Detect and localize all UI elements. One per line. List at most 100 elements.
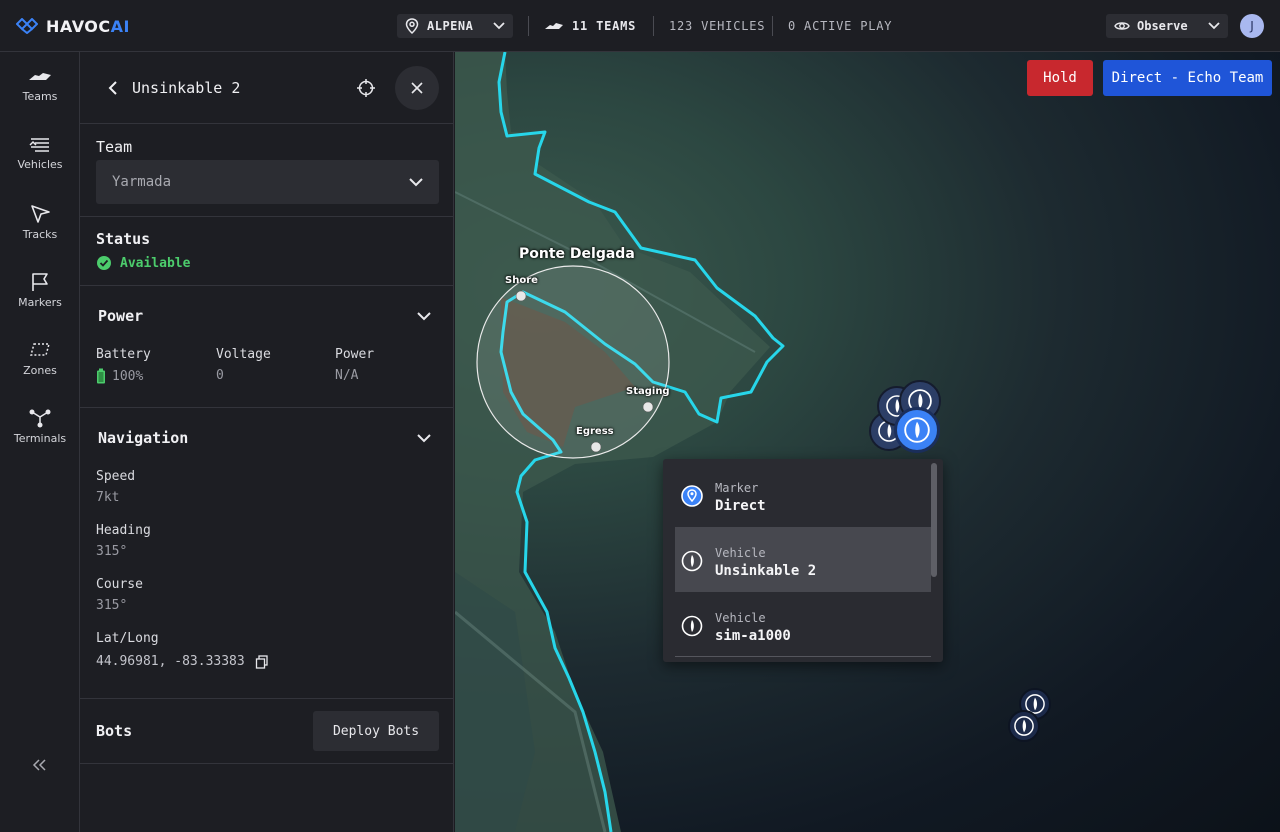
heading-value: 315°	[96, 544, 128, 559]
vehicle-detail-panel: Unsinkable 2 Team Yarmada Status Availab…	[80, 52, 454, 832]
chevron-down-icon	[417, 312, 431, 321]
power-value: N/A	[335, 368, 359, 383]
popup-item-marker[interactable]: Marker Direct	[675, 462, 931, 527]
popup-scrollbar[interactable]	[931, 463, 937, 577]
latlong-label: Lat/Long	[96, 631, 159, 646]
team-select-value: Yarmada	[112, 174, 172, 190]
location-selector[interactable]: ALPENA	[397, 14, 513, 38]
speed-value: 7kt	[96, 490, 120, 505]
rail-item-label: Terminals	[13, 432, 67, 445]
rail-item-label: Teams	[22, 90, 58, 103]
popup-item-vehicle[interactable]: Vehicle Unsinkable 2	[675, 527, 931, 592]
avatar-initial: J	[1250, 19, 1254, 33]
nav-rail: Teams Vehicles Tracks Markers Zones Term…	[0, 52, 80, 832]
divider	[528, 16, 529, 36]
status-heading: Status	[96, 230, 151, 248]
teams-count[interactable]: 11 TEAMS	[544, 18, 636, 34]
back-button[interactable]	[108, 78, 124, 98]
rail-item-label: Tracks	[22, 228, 58, 241]
voltage-value: 0	[216, 368, 224, 383]
battery-icon	[97, 368, 105, 384]
eye-icon	[1114, 22, 1130, 30]
rail-item-zones[interactable]: Zones	[0, 340, 80, 400]
copy-icon[interactable]	[255, 654, 269, 669]
popup-item-type: Vehicle	[715, 546, 766, 560]
chevron-left-icon	[108, 81, 117, 95]
chevron-down-icon	[409, 177, 423, 186]
rail-item-vehicles[interactable]: Vehicles	[0, 136, 80, 196]
marker-pin-icon	[681, 485, 703, 507]
rail-item-label: Markers	[18, 296, 62, 309]
teams-count-label: 11 TEAMS	[572, 19, 637, 33]
navigation-collapse-toggle[interactable]	[416, 430, 432, 446]
locate-button[interactable]	[356, 78, 376, 98]
location-label: ALPENA	[427, 19, 474, 33]
panel-header: Unsinkable 2	[80, 52, 454, 124]
power-section: Power Battery 100% Voltage 0 Power N/A	[80, 286, 454, 408]
vessel-icon	[681, 550, 703, 572]
brand-logo[interactable]: HAVOCAI	[16, 14, 130, 38]
map-terrain	[455, 52, 785, 832]
popup-item-name: Direct	[715, 498, 766, 514]
rail-item-label: Zones	[23, 364, 57, 377]
flag-icon	[32, 273, 48, 291]
staging-point-label: Staging	[626, 386, 670, 397]
rail-item-label: Vehicles	[17, 158, 63, 171]
location-pin-icon	[405, 18, 419, 34]
double-chevron-left-icon	[32, 759, 46, 771]
map-view[interactable]: Ponte Delgada Shore Staging Egress Hold …	[455, 52, 1280, 832]
active-plays-count[interactable]: 0 ACTIVE PLAY	[788, 18, 892, 34]
direct-team-button[interactable]: Direct - Echo Team	[1103, 60, 1272, 96]
top-bar: HAVOCAI ALPENA 11 TEAMS 123 VEHICLES 0 A…	[0, 0, 1280, 52]
boat-icon	[545, 23, 563, 29]
navigation-heading: Navigation	[98, 429, 189, 447]
chevron-down-icon	[493, 22, 505, 30]
battery-value: 100%	[96, 368, 143, 384]
rail-item-tracks[interactable]: Tracks	[0, 204, 80, 264]
vessel-marker[interactable]	[1008, 710, 1040, 742]
popup-item-type: Vehicle	[715, 611, 766, 625]
popup-item-name: sim-a1000	[715, 628, 791, 644]
bots-section: Bots Deploy Bots	[80, 699, 454, 764]
havoc-logo-icon	[16, 18, 38, 34]
status-value: Available	[120, 255, 191, 271]
check-circle-icon	[97, 256, 111, 270]
popup-item-name: Unsinkable 2	[715, 563, 817, 579]
egress-point-label: Egress	[576, 426, 614, 437]
mode-label: Observe	[1137, 19, 1188, 33]
vehicles-count-label: 123 VEHICLES	[669, 19, 766, 33]
bots-heading: Bots	[96, 722, 133, 740]
selected-vessel-marker[interactable]	[894, 407, 940, 453]
popup-item-vehicle[interactable]: Vehicle sim-a1000	[675, 592, 931, 657]
popup-item-type: Marker	[715, 481, 759, 495]
deploy-bots-button[interactable]: Deploy Bots	[313, 711, 439, 751]
shore-point-label: Shore	[505, 275, 538, 286]
network-icon	[29, 409, 51, 428]
rail-item-markers[interactable]: Markers	[0, 272, 80, 332]
rail-item-teams[interactable]: Teams	[0, 68, 80, 128]
battery-label: Battery	[96, 347, 151, 362]
zone-icon	[30, 343, 50, 356]
battery-percent: 100%	[112, 368, 144, 384]
course-label: Course	[96, 577, 143, 592]
close-button[interactable]	[395, 66, 439, 110]
voltage-label: Voltage	[216, 347, 271, 362]
team-select[interactable]: Yarmada	[96, 160, 439, 204]
avatar[interactable]: J	[1240, 14, 1264, 38]
vehicles-count[interactable]: 123 VEHICLES	[669, 18, 765, 34]
team-heading: Team	[96, 138, 133, 156]
power-collapse-toggle[interactable]	[416, 308, 432, 324]
status-badge: Available	[96, 255, 190, 271]
page-title: Unsinkable 2	[132, 79, 241, 97]
cursor-arrow-icon	[31, 205, 50, 223]
rail-item-terminals[interactable]: Terminals	[0, 408, 80, 468]
hold-button[interactable]: Hold	[1027, 60, 1093, 96]
chevron-down-icon	[417, 434, 431, 443]
vessel-icon	[904, 417, 930, 443]
collapse-rail-button[interactable]	[28, 754, 50, 776]
power-heading: Power	[98, 307, 144, 325]
brand-name: HAVOCAI	[46, 16, 130, 36]
active-plays-label: 0 ACTIVE PLAY	[788, 19, 893, 33]
heading-label: Heading	[96, 523, 151, 538]
mode-selector[interactable]: Observe	[1106, 14, 1228, 38]
